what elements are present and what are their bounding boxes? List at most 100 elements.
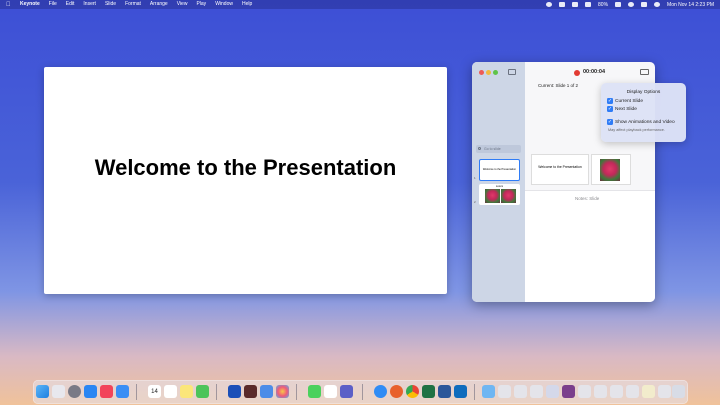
popover-title: Display Options bbox=[626, 90, 661, 95]
safari-icon[interactable] bbox=[374, 385, 387, 398]
window-thumbnail[interactable] bbox=[514, 385, 527, 398]
record-indicator-icon[interactable] bbox=[574, 70, 580, 76]
thumbnail-2-number: 2 bbox=[474, 200, 476, 204]
close-window-button[interactable] bbox=[479, 70, 484, 75]
go-to-slide-field[interactable]: Go to slide bbox=[476, 145, 521, 153]
window-thumbnail[interactable] bbox=[562, 385, 575, 398]
firefox-icon[interactable] bbox=[390, 385, 403, 398]
keynote-icon[interactable] bbox=[228, 385, 241, 398]
finder-icon[interactable] bbox=[36, 385, 49, 398]
presenter-notes-area[interactable] bbox=[525, 190, 655, 302]
s-app-status-icon[interactable] bbox=[572, 2, 579, 7]
window-thumbnail[interactable] bbox=[546, 385, 559, 398]
status-area: 80% Mon Nov 14 2:23 PM bbox=[546, 2, 714, 8]
slack-icon[interactable] bbox=[324, 385, 337, 398]
window-thumbnail[interactable] bbox=[594, 385, 607, 398]
calendar-icon[interactable]: 14 bbox=[148, 385, 161, 398]
search-icon[interactable] bbox=[628, 2, 635, 7]
screenflow-icon[interactable] bbox=[260, 385, 273, 398]
main-slide: Welcome to the Presentation bbox=[44, 67, 447, 294]
current-slide-preview: Welcome to the Presentation bbox=[531, 154, 589, 185]
app-store-icon[interactable] bbox=[84, 385, 97, 398]
trash-icon[interactable] bbox=[672, 385, 685, 398]
battery-icon[interactable] bbox=[615, 2, 622, 7]
menubar-clock[interactable]: Mon Nov 14 2:23 PM bbox=[667, 2, 714, 8]
slide-thumbnail-1[interactable]: Welcome to the Presentation bbox=[479, 159, 520, 181]
menu-insert[interactable]: Insert bbox=[83, 0, 96, 9]
checkbox-checked-icon[interactable]: ✓ bbox=[607, 119, 613, 125]
display-options-icon[interactable] bbox=[640, 69, 649, 75]
chrome-icon[interactable] bbox=[406, 385, 419, 398]
option-next-slide[interactable]: ✓ Next Slide bbox=[607, 106, 637, 112]
music-icon[interactable] bbox=[100, 385, 113, 398]
next-slide-preview bbox=[591, 154, 631, 185]
dock-separator bbox=[296, 384, 297, 400]
battery-percent: 80% bbox=[598, 1, 609, 8]
presenter-notes-text: Notes: Slide bbox=[575, 196, 600, 201]
siri-icon[interactable] bbox=[654, 2, 661, 7]
photo-booth-icon[interactable] bbox=[244, 385, 257, 398]
user-status-icon[interactable] bbox=[559, 2, 566, 7]
wifi-icon[interactable] bbox=[585, 2, 592, 7]
notes-icon[interactable] bbox=[180, 385, 193, 398]
menu-window[interactable]: Window bbox=[215, 0, 233, 9]
slide-thumbnail-2[interactable]: Lorem bbox=[479, 184, 520, 205]
current-slide-label: Current: Slide 1 of 2 bbox=[538, 83, 579, 88]
sidebar-toggle-icon[interactable] bbox=[508, 69, 516, 75]
menu-app-keynote[interactable]: Keynote bbox=[20, 0, 40, 9]
control-center-icon[interactable] bbox=[641, 2, 648, 7]
window-thumbnail[interactable] bbox=[642, 385, 655, 398]
checkbox-checked-icon[interactable]: ✓ bbox=[607, 106, 613, 112]
current-slide-text: Welcome to the Presentation bbox=[538, 165, 582, 169]
option-show-animations-label: Show Animations and Video bbox=[615, 119, 675, 125]
menu-view[interactable]: View bbox=[177, 0, 188, 9]
launchpad-icon[interactable] bbox=[52, 385, 65, 398]
flower-image bbox=[600, 159, 620, 181]
word-icon[interactable] bbox=[438, 385, 451, 398]
flower-image bbox=[501, 189, 516, 203]
outlook-icon[interactable] bbox=[454, 385, 467, 398]
menu-play[interactable]: Play bbox=[196, 0, 206, 9]
settings-status-icon[interactable] bbox=[546, 2, 553, 7]
thumbnail-2-text: Lorem bbox=[495, 185, 504, 188]
apple-menu-icon[interactable]:  bbox=[6, 2, 12, 8]
dock-separator bbox=[136, 384, 137, 400]
window-thumbnail[interactable] bbox=[658, 385, 671, 398]
window-thumbnail[interactable] bbox=[578, 385, 591, 398]
mail-icon[interactable] bbox=[116, 385, 129, 398]
dock-separator bbox=[474, 384, 475, 400]
option-show-animations[interactable]: ✓ Show Animations and Video bbox=[607, 119, 675, 125]
checkbox-checked-icon[interactable]: ✓ bbox=[607, 98, 613, 104]
window-thumbnail[interactable] bbox=[626, 385, 639, 398]
numbers-icon[interactable] bbox=[196, 385, 209, 398]
option-current-slide[interactable]: ✓ Current Slide bbox=[607, 98, 643, 104]
teams-icon[interactable] bbox=[340, 385, 353, 398]
dock-separator bbox=[216, 384, 217, 400]
photos-icon[interactable] bbox=[276, 385, 289, 398]
option-current-slide-label: Current Slide bbox=[615, 98, 643, 104]
messages-icon[interactable] bbox=[308, 385, 321, 398]
window-thumbnail[interactable] bbox=[498, 385, 511, 398]
menu-file[interactable]: File bbox=[49, 0, 57, 9]
dock-separator bbox=[362, 384, 363, 400]
slide-title: Welcome to the Presentation bbox=[94, 154, 397, 180]
excel-icon[interactable] bbox=[422, 385, 435, 398]
presenter-timer: 00:00:04 bbox=[583, 69, 606, 75]
zoom-window-button[interactable] bbox=[493, 70, 498, 75]
option-next-slide-label: Next Slide bbox=[615, 106, 637, 112]
menu-slide[interactable]: Slide bbox=[105, 0, 116, 9]
folder-icon[interactable] bbox=[482, 385, 495, 398]
flower-image bbox=[485, 189, 500, 203]
minimize-window-button[interactable] bbox=[486, 70, 491, 75]
window-thumbnail[interactable] bbox=[610, 385, 623, 398]
menu-edit[interactable]: Edit bbox=[66, 0, 75, 9]
window-thumbnail[interactable] bbox=[530, 385, 543, 398]
thumbnail-1-text: Welcome to the Presentation bbox=[482, 168, 517, 171]
reminders-icon[interactable] bbox=[164, 385, 177, 398]
menu-help[interactable]: Help bbox=[242, 0, 252, 9]
menu-arrange[interactable]: Arrange bbox=[150, 0, 168, 9]
menu-format[interactable]: Format bbox=[125, 0, 141, 9]
thumbnail-1-number: 1 bbox=[474, 176, 476, 180]
system-settings-icon[interactable] bbox=[68, 385, 81, 398]
search-icon bbox=[478, 147, 481, 150]
